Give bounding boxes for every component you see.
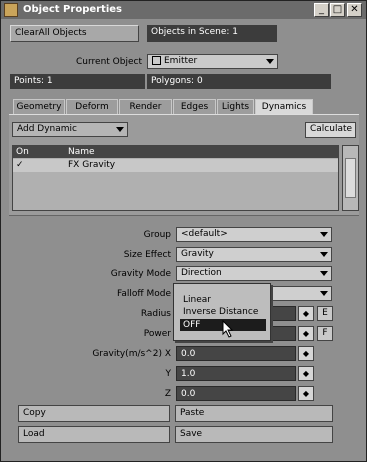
polygons-count: Polygons: 0 (147, 74, 331, 89)
tab-lights[interactable]: Lights (217, 99, 254, 114)
menu-item-linear[interactable]: Linear (180, 294, 266, 306)
falloff-mode-label: Falloff Mode (117, 289, 171, 299)
minimize-button[interactable]: _ (314, 3, 329, 17)
power-envelope-button[interactable]: F (317, 326, 333, 341)
row-name: FX Gravity (68, 160, 116, 170)
save-button[interactable]: Save (175, 426, 333, 443)
objects-in-scene-display: Objects in Scene: 1 (147, 25, 277, 42)
gravity-mode-dropdown[interactable]: Direction (176, 266, 332, 281)
current-object-label: Current Object (76, 57, 142, 67)
gravity-x-field[interactable]: 0.0 (176, 346, 296, 361)
group-label: Group (143, 230, 171, 240)
power-stepper-icon[interactable]: ◆ (298, 326, 314, 341)
app-icon (4, 3, 18, 17)
gravity-mode-label: Gravity Mode (110, 269, 171, 279)
maximize-button[interactable]: □ (330, 3, 345, 17)
chevron-down-icon (320, 291, 328, 296)
dynamics-list[interactable]: On Name ✓ FX Gravity (12, 145, 339, 211)
close-button[interactable]: ✕ (347, 3, 362, 17)
list-scrollbar[interactable] (342, 145, 359, 211)
mouse-cursor-icon (222, 320, 234, 338)
size-effect-value: Gravity (181, 249, 214, 259)
tab-edges[interactable]: Edges (173, 99, 216, 114)
size-effect-dropdown[interactable]: Gravity (176, 247, 332, 262)
power-label: Power (143, 329, 171, 339)
size-effect-label: Size Effect (123, 250, 171, 260)
scrollbar-thumb[interactable] (345, 158, 356, 198)
paste-button[interactable]: Paste (175, 405, 333, 422)
current-object-dropdown[interactable]: Emitter (147, 54, 278, 69)
gravity-y-field[interactable]: 1.0 (176, 366, 296, 381)
radius-stepper-icon[interactable]: ◆ (298, 306, 314, 321)
clear-all-objects-button[interactable]: ClearAll Objects (10, 25, 139, 42)
chevron-down-icon (266, 59, 274, 64)
add-dynamic-dropdown[interactable]: Add Dynamic (12, 122, 128, 137)
group-dropdown[interactable]: <default> (176, 227, 332, 242)
window-title: Object Properties (23, 4, 123, 15)
divider (9, 215, 359, 216)
tab-dynamics[interactable]: Dynamics (255, 99, 313, 114)
calculate-button[interactable]: Calculate (305, 122, 356, 138)
falloff-mode-menu: Linear Inverse Distance OFF (173, 283, 271, 341)
current-object-value: Emitter (164, 56, 198, 66)
group-value: <default> (181, 229, 228, 239)
gravity-y-label: Y (165, 369, 172, 379)
chevron-down-icon (320, 271, 328, 276)
add-dynamic-label: Add Dynamic (17, 124, 77, 134)
menu-item-inverse-distance[interactable]: Inverse Distance (180, 306, 266, 318)
gravity-mode-value: Direction (181, 268, 222, 278)
gravity-x-label: Gravity(m/s^2) X (92, 349, 171, 359)
object-icon (152, 56, 161, 65)
gravity-z-field[interactable]: 0.0 (176, 386, 296, 401)
tab-render[interactable]: Render (119, 99, 172, 114)
object-properties-window: Object Properties _ □ ✕ ClearAll Objects… (0, 0, 367, 462)
gravity-x-stepper-icon[interactable]: ◆ (298, 346, 314, 361)
chevron-down-icon (320, 232, 328, 237)
table-row[interactable]: ✓ FX Gravity (13, 159, 338, 172)
gravity-y-stepper-icon[interactable]: ◆ (298, 366, 314, 381)
gravity-z-stepper-icon[interactable]: ◆ (298, 386, 314, 401)
chevron-down-icon (116, 127, 124, 132)
radius-label: Radius (140, 309, 171, 319)
column-name[interactable]: Name (68, 146, 95, 158)
column-on[interactable]: On (16, 146, 29, 158)
list-header: On Name (13, 146, 338, 158)
copy-button[interactable]: Copy (18, 405, 170, 422)
radius-envelope-button[interactable]: E (317, 306, 333, 321)
row-on-check[interactable]: ✓ (16, 159, 24, 172)
chevron-down-icon (320, 252, 328, 257)
points-count: Points: 1 (10, 74, 145, 89)
load-button[interactable]: Load (18, 426, 170, 443)
gravity-z-label: Z (164, 389, 171, 399)
title-bar[interactable]: Object Properties _ □ ✕ (1, 1, 366, 19)
tab-geometry[interactable]: Geometry (13, 99, 65, 114)
tab-deform[interactable]: Deform (66, 99, 118, 114)
